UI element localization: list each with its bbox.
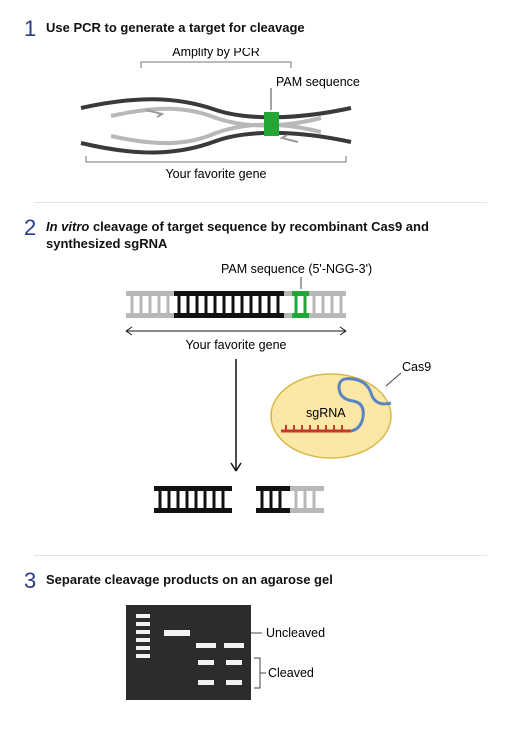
- pam-label: PAM sequence: [276, 75, 360, 89]
- step-3-number: 3: [24, 570, 46, 592]
- amplify-bracket: [141, 62, 291, 68]
- divider-2: [34, 555, 487, 556]
- step-2: 2 In vitro cleavage of target sequence b…: [24, 219, 497, 541]
- step-2-title-italic: In vitro: [46, 219, 89, 234]
- cleaved-bracket: [254, 658, 266, 688]
- primer-arrow-rev: [282, 135, 298, 142]
- pcr-diagram: Amplify by PCR PAM sequence: [46, 48, 366, 188]
- step-3: 3 Separate cleavage products on an agaro…: [24, 572, 497, 710]
- gene-bracket: [86, 156, 346, 162]
- sgrna-label: sgRNA: [306, 406, 346, 420]
- gel-diagram: Uncleaved Cleaved: [46, 600, 366, 710]
- step-1: 1 Use PCR to generate a target for cleav…: [24, 20, 497, 188]
- dna-ladder-cut: [154, 486, 324, 513]
- step-3-figure: Uncleaved Cleaved: [46, 600, 497, 710]
- process-arrow-icon: [231, 359, 241, 471]
- gene-arrow: [126, 327, 346, 335]
- cas9-pointer: [386, 373, 401, 386]
- gene-label-1: Your favorite gene: [165, 167, 266, 181]
- gel-box-icon: [126, 605, 251, 700]
- primer-arrow-fwd: [146, 110, 162, 117]
- uncleaved-label: Uncleaved: [266, 626, 325, 640]
- step-1-figure: Amplify by PCR PAM sequence: [46, 48, 497, 188]
- dna-ladder-uncut: [126, 291, 346, 318]
- step-2-title-rest: cleavage of target sequence by recombina…: [46, 219, 429, 251]
- step-1-header: 1 Use PCR to generate a target for cleav…: [24, 20, 497, 40]
- step-1-number: 1: [24, 18, 46, 40]
- pam-ngg-label: PAM sequence (5'-NGG-3'): [221, 262, 372, 276]
- gene-label-2: Your favorite gene: [185, 338, 286, 352]
- divider-1: [34, 202, 487, 203]
- pam-box-icon: [264, 112, 279, 136]
- dna-strands: [81, 99, 351, 152]
- step-3-header: 3 Separate cleavage products on an agaro…: [24, 572, 497, 592]
- step-3-title: Separate cleavage products on an agarose…: [46, 572, 333, 589]
- step-2-figure: PAM sequence (5'-NGG-3'): [46, 261, 497, 541]
- cas9-complex-icon: sgRNA: [271, 374, 391, 458]
- cas9-label: Cas9: [402, 360, 431, 374]
- lane2-uncleaved-band: [164, 630, 190, 636]
- step-2-number: 2: [24, 217, 46, 239]
- step-2-header: 2 In vitro cleavage of target sequence b…: [24, 219, 497, 253]
- amplify-label: Amplify by PCR: [172, 48, 260, 59]
- step-2-title: In vitro cleavage of target sequence by …: [46, 219, 497, 253]
- step-1-title: Use PCR to generate a target for cleavag…: [46, 20, 305, 37]
- cleavage-diagram: PAM sequence (5'-NGG-3'): [46, 261, 446, 541]
